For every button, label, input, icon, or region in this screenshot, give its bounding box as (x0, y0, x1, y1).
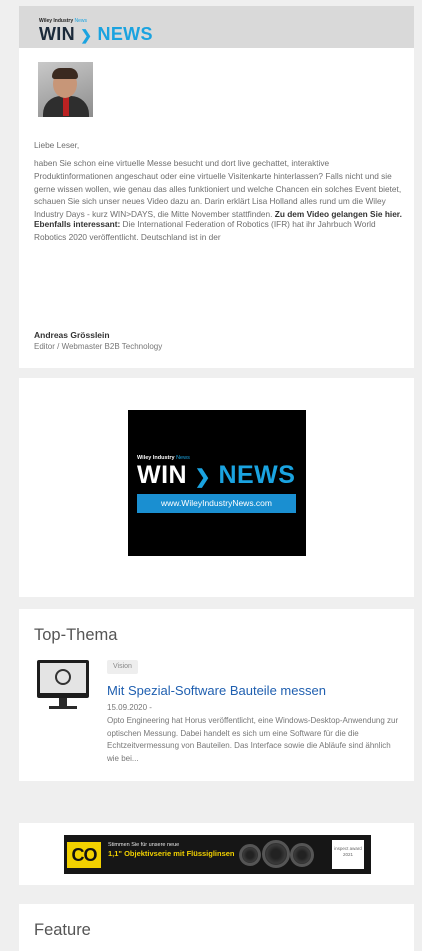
ad-card: CO Stimmen Sie für unsere neue 1,1" Obje… (19, 823, 414, 885)
newsletter-header: Wiley Industry News WIN ❯ NEWS (19, 6, 414, 48)
newsletter-page: Wiley Industry News WIN ❯ NEWS Liebe Les… (0, 0, 422, 951)
feature-card: Feature (19, 904, 414, 951)
article-title-link[interactable]: Mit Spezial-Software Bauteile messen (107, 683, 326, 698)
monitor-icon (37, 660, 89, 698)
article-date: 15.09.2020 - (107, 703, 152, 712)
inspect-award-badge: inspect award 2021 (332, 840, 364, 869)
advertiser-logo: CO (67, 842, 101, 868)
brand-banner-card: Wiley Industry News WIN ❯ NEWS www.Wiley… (19, 378, 414, 597)
greeting-text: Liebe Leser, (34, 140, 80, 150)
advertisement-banner[interactable]: CO Stimmen Sie für unsere neue 1,1" Obje… (64, 835, 371, 874)
also-interesting-paragraph: Ebenfalls interessant: Die International… (34, 219, 376, 242)
chevron-icon: ❯ (80, 27, 93, 43)
ad-line-1: Stimmen Sie für unsere neue (108, 842, 180, 848)
lens-icon (239, 844, 261, 866)
intro-paragraph: haben Sie schon eine virtuelle Messe bes… (34, 158, 402, 220)
feature-title: Feature (34, 921, 91, 939)
lens-icon (262, 840, 290, 868)
newsletter-card: Wiley Industry News WIN ❯ NEWS Liebe Les… (19, 6, 414, 368)
signature-role: Editor / Webmaster B2B Technology (34, 342, 163, 351)
ad-line-2: 1,1" Objektivserie mit Flüssiglinsen (108, 849, 235, 858)
article-thumbnail[interactable] (33, 660, 93, 715)
category-tag[interactable]: Vision (107, 660, 138, 674)
banner-chevron-icon: ❯ (194, 467, 211, 488)
editor-avatar (38, 62, 93, 117)
win-news-logo[interactable]: WIN ❯ NEWS (39, 24, 153, 45)
banner-url[interactable]: www.WileyIndustryNews.com (137, 494, 296, 513)
banner-logo: WIN ❯ NEWS (137, 461, 296, 489)
top-thema-card: Top-Thema Vision Mit Spezial-Software Ba… (19, 609, 414, 781)
signature-name: Andreas Grösslein (34, 330, 110, 340)
article-description: Opto Engineering hat Horus veröffentlich… (107, 716, 399, 763)
top-thema-title: Top-Thema (34, 626, 118, 644)
lens-icon (290, 843, 314, 867)
win-news-banner[interactable]: Wiley Industry News WIN ❯ NEWS www.Wiley… (128, 410, 306, 556)
